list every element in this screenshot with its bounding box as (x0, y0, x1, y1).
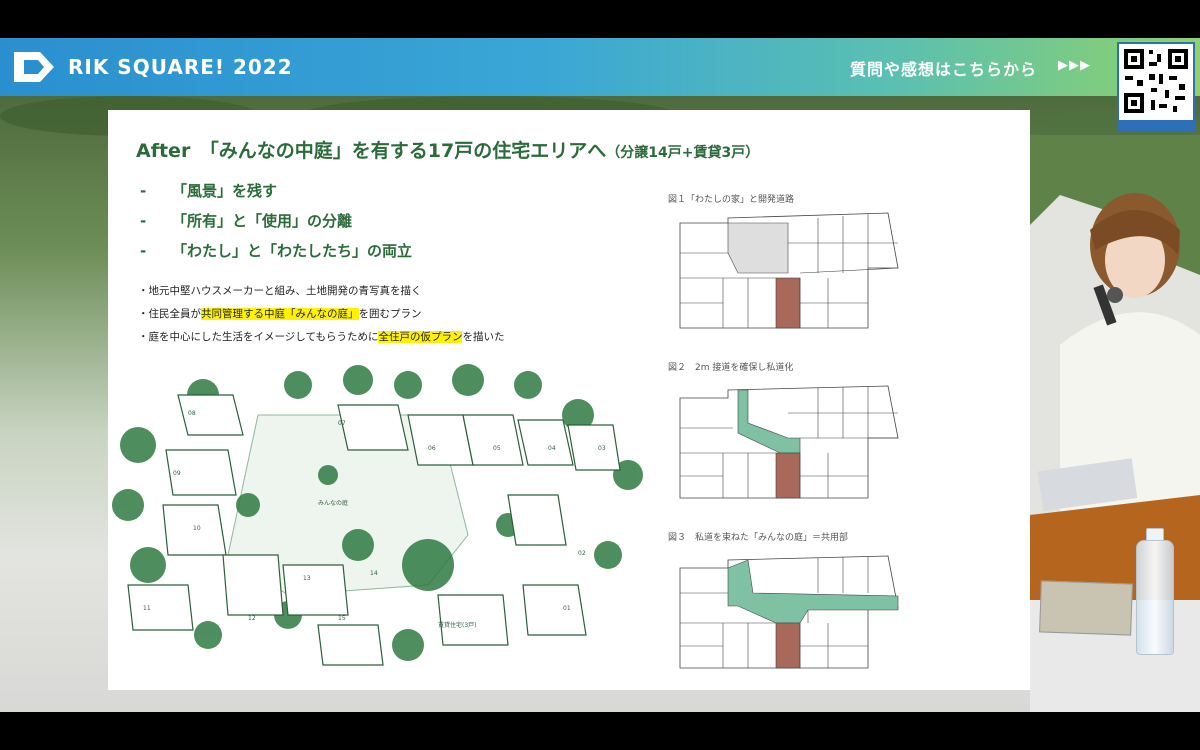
qa-prompt: 質問や感想はこちらから (850, 60, 1038, 79)
bullet-keep-scenery: - 「風景」を残す (140, 182, 278, 200)
figure-1-caption: 図１「わたしの家」と開発道路 (668, 195, 795, 205)
water-bottle (1136, 540, 1174, 655)
svg-text:14: 14 (370, 570, 378, 577)
svg-text:01: 01 (563, 605, 571, 612)
qr-code-icon[interactable] (1117, 42, 1195, 132)
figure-3-caption: 図３ 私道を束ねた「みんなの庭」＝共用部 (668, 533, 849, 543)
bullet-ownership-use: - 「所有」と「使用」の分離 (140, 212, 353, 230)
svg-text:03: 03 (598, 445, 606, 452)
figure-1-site-plan (679, 212, 899, 329)
svg-text:08: 08 (188, 410, 196, 417)
figure-2-caption: 図２ 2m 接道を確保し私道化 (668, 363, 794, 373)
bullet-me-and-us: - 「わたし」と「わたしたち」の両立 (140, 242, 413, 260)
svg-text:07: 07 (338, 420, 346, 427)
svg-text:10: 10 (193, 525, 201, 532)
brochure (1039, 580, 1133, 636)
slide-title: After 「みんなの中庭」を有する17戸の住宅エリアへ（分譲14戸+賃貸3戸） (136, 140, 760, 162)
housing-area-illustration: 08 09 10 11 12 13 14 15 06 05 04 03 02 0… (108, 355, 648, 670)
bottom-letterbox (0, 712, 1200, 750)
svg-text:13: 13 (303, 575, 311, 582)
svg-text:06: 06 (428, 445, 436, 452)
figure-2-private-road (679, 385, 899, 499)
svg-text:みんなの庭: みんなの庭 (318, 499, 348, 507)
event-brand: RIK SQUARE! 2022 (68, 55, 293, 79)
note-provisional-plans: ・庭を中心にした生活をイメージしてもらうために全住戸の仮プランを描いた (138, 331, 505, 343)
qa-arrows: ▶▶▶ (1058, 58, 1091, 73)
svg-text:02: 02 (578, 550, 586, 557)
presentation-slide: After 「みんなの中庭」を有する17戸の住宅エリアへ（分譲14戸+賃貸3戸）… (108, 110, 1030, 690)
svg-text:11: 11 (143, 605, 151, 612)
note-shared-garden: ・住民全員が共同管理する中庭「みんなの庭」を囲むプラン (138, 308, 422, 320)
svg-text:05: 05 (493, 445, 501, 452)
event-header: RIK SQUARE! 2022 質問や感想はこちらから ▶▶▶ (0, 38, 1200, 96)
svg-text:賃貸住宅(3戸): 賃貸住宅(3戸) (438, 621, 477, 629)
svg-text:09: 09 (173, 470, 181, 477)
rik-logo-icon (14, 52, 54, 82)
svg-text:04: 04 (548, 445, 556, 452)
note-house-maker: ・地元中堅ハウスメーカーと組み、土地開発の青写真を描く (138, 285, 422, 297)
svg-text:15: 15 (338, 615, 346, 622)
svg-text:12: 12 (248, 615, 256, 622)
figure-3-shared-garden (679, 555, 899, 669)
top-letterbox (0, 0, 1200, 38)
